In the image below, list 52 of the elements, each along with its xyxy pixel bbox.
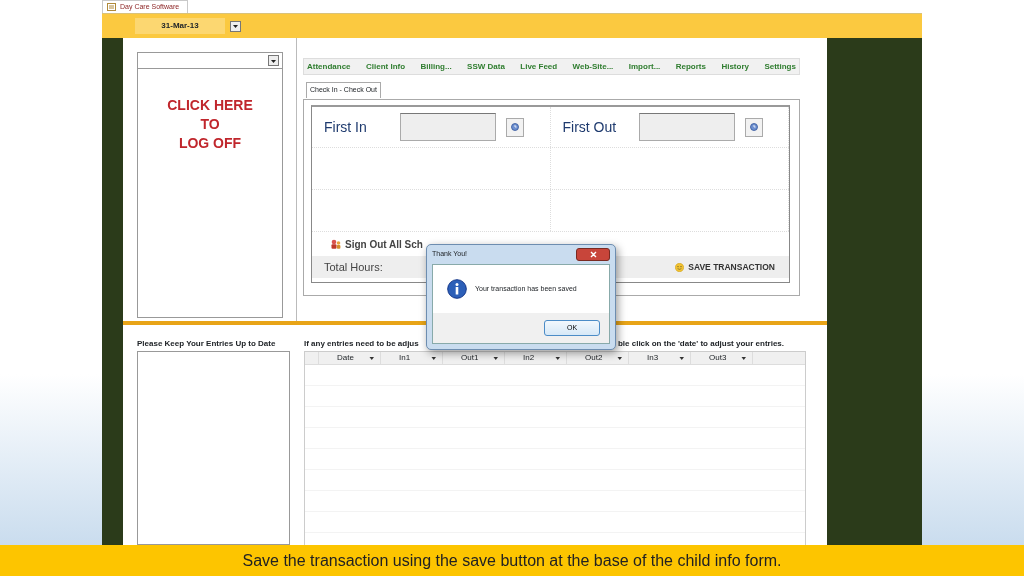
list-box[interactable]: [137, 351, 290, 545]
tab[interactable]: SSW Data: [467, 60, 505, 73]
clock-button[interactable]: [506, 117, 524, 137]
close-button[interactable]: [576, 248, 610, 261]
dropdown-button[interactable]: [230, 20, 241, 32]
time-field[interactable]: [400, 113, 496, 141]
tab[interactable]: Live Feed: [520, 60, 558, 73]
save-transaction-button[interactable]: SAVE TRANSACTION: [675, 260, 775, 274]
tab[interactable]: Import...: [628, 60, 661, 73]
column-header[interactable]: Out2: [567, 352, 629, 364]
tab[interactable]: Client Info: [366, 60, 406, 73]
tab[interactable]: Billing...: [420, 60, 452, 73]
children-icon: [330, 239, 341, 249]
column-header[interactable]: Out1: [443, 352, 505, 364]
tab[interactable]: Reports: [675, 60, 706, 73]
instruction-text: If any entries need to be adjus: [304, 338, 419, 350]
field-label: First Out: [562, 117, 618, 137]
caret-icon: [431, 355, 437, 361]
column-header[interactable]: In2: [505, 352, 567, 364]
total-hours-label: Total Hours:: [324, 259, 383, 275]
field-label: First In: [324, 117, 368, 137]
clock-icon: [749, 123, 758, 131]
time-field[interactable]: [638, 113, 735, 141]
tab[interactable]: Web-Site...: [572, 60, 614, 73]
sign-out-all-button[interactable]: Sign Out All Sch: [345, 236, 423, 252]
combo-box[interactable]: [138, 53, 282, 69]
caret-icon: [270, 57, 277, 64]
column-header[interactable]: In1: [381, 352, 443, 364]
column-header[interactable]: Date: [319, 352, 381, 364]
caret-icon: [232, 23, 239, 29]
smiley-icon: [675, 262, 685, 272]
section-title: Please Keep Your Entries Up to Date: [137, 338, 277, 350]
tab[interactable]: Attendance: [307, 60, 351, 73]
form-icon: [107, 2, 116, 11]
slide-caption: Save the transaction using the save button at the base of the child info form.: [242, 550, 782, 571]
close-icon: [589, 251, 597, 258]
datasheet[interactable]: Date In1 Out1 In2 Out2 In3 Out3: [304, 351, 806, 545]
caret-icon: [679, 355, 685, 361]
tab[interactable]: History: [721, 60, 749, 73]
date-field[interactable]: 31-Mar-13: [135, 18, 225, 34]
instruction-text: ble click on the 'date' to adjust your entries.: [617, 338, 784, 350]
caret-icon: [617, 355, 623, 361]
caret-icon: [555, 355, 561, 361]
info-icon: [447, 279, 467, 299]
column-header[interactable]: In3: [629, 352, 691, 364]
caret-icon: [741, 355, 747, 361]
clock-icon: [511, 123, 519, 131]
tab[interactable]: Settings: [764, 60, 796, 73]
clock-button[interactable]: [744, 117, 763, 137]
caret-icon: [369, 355, 375, 361]
caret-icon: [493, 355, 499, 361]
column-header[interactable]: Out3: [691, 352, 753, 364]
